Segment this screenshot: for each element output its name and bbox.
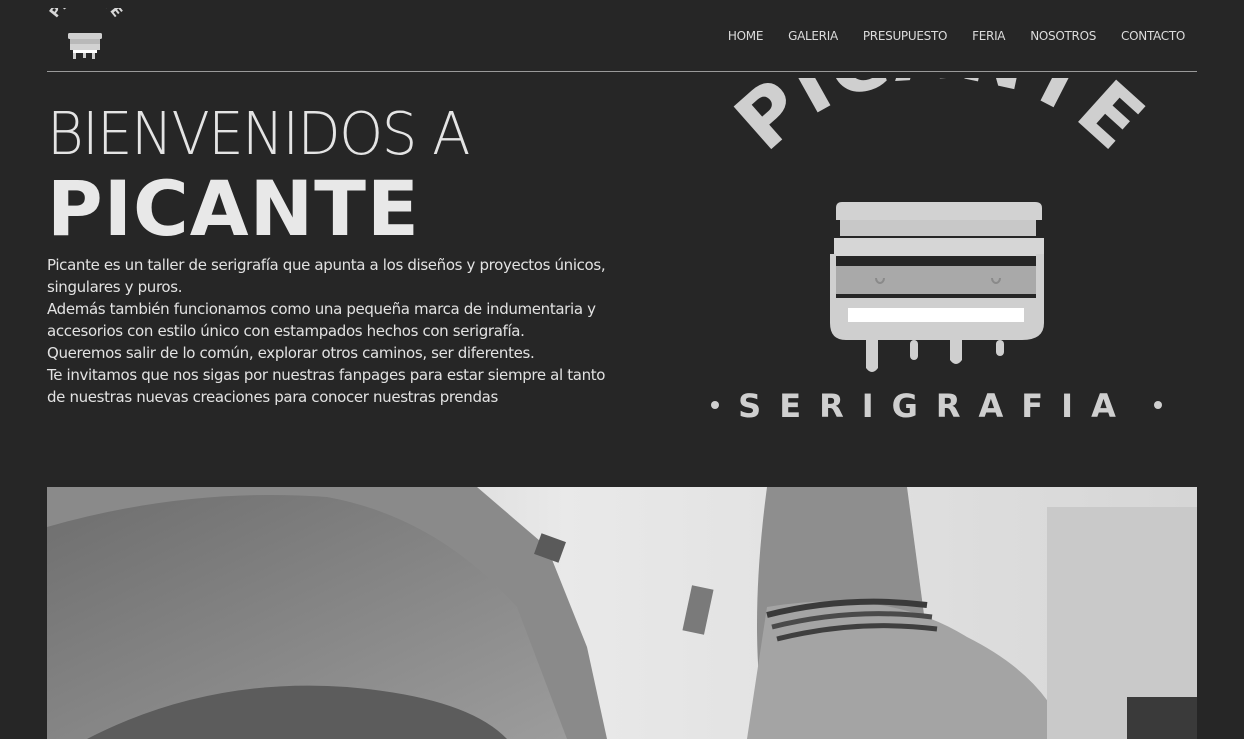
svg-text:PICANTE: PICANTE [47, 8, 125, 21]
nav-galeria[interactable]: GALERIA [788, 28, 838, 44]
workshop-photo-illustration [47, 487, 1197, 739]
intro-paragraph: Picante es un taller de serigrafía que a… [47, 256, 606, 296]
site-header: PICANTE HOME GALERIA PRESUPUESTO FERIA N… [47, 0, 1197, 72]
small-logo-text: PICANTE [47, 8, 125, 21]
intro-paragraph: Queremos salir de lo común, explorar otr… [47, 344, 535, 362]
main-nav: HOME GALERIA PRESUPUESTO FERIA NOSOTROS … [728, 28, 1185, 44]
logo-arc-text: PICANTE [719, 78, 1159, 168]
nav-nosotros[interactable]: NOSOTROS [1030, 28, 1096, 44]
brand-title: PICANTE [47, 164, 420, 253]
nav-presupuesto[interactable]: PRESUPUESTO [863, 28, 948, 44]
page: PICANTE HOME GALERIA PRESUPUESTO FERIA N… [0, 0, 1244, 739]
svg-text:PICANTE: PICANTE [719, 78, 1161, 168]
nav-feria[interactable]: FERIA [972, 28, 1005, 44]
nav-contacto[interactable]: CONTACTO [1121, 28, 1185, 44]
intro-paragraph: Además también funcionamos como una pequ… [47, 300, 596, 340]
welcome-heading: BIENVENIDOS A [47, 100, 470, 169]
logo-subtitle: SERIGRAFIA [738, 387, 1134, 425]
small-logo[interactable]: PICANTE [47, 8, 125, 60]
intro-paragraph: Te invitamos que nos sigas por nuestras … [47, 366, 606, 406]
intro-text: Picante es un taller de serigrafía que a… [47, 254, 617, 408]
hero-photo [47, 487, 1197, 739]
nav-home[interactable]: HOME [728, 28, 764, 44]
brand-logo: PICANTE SERIGRAFIA [711, 78, 1162, 425]
